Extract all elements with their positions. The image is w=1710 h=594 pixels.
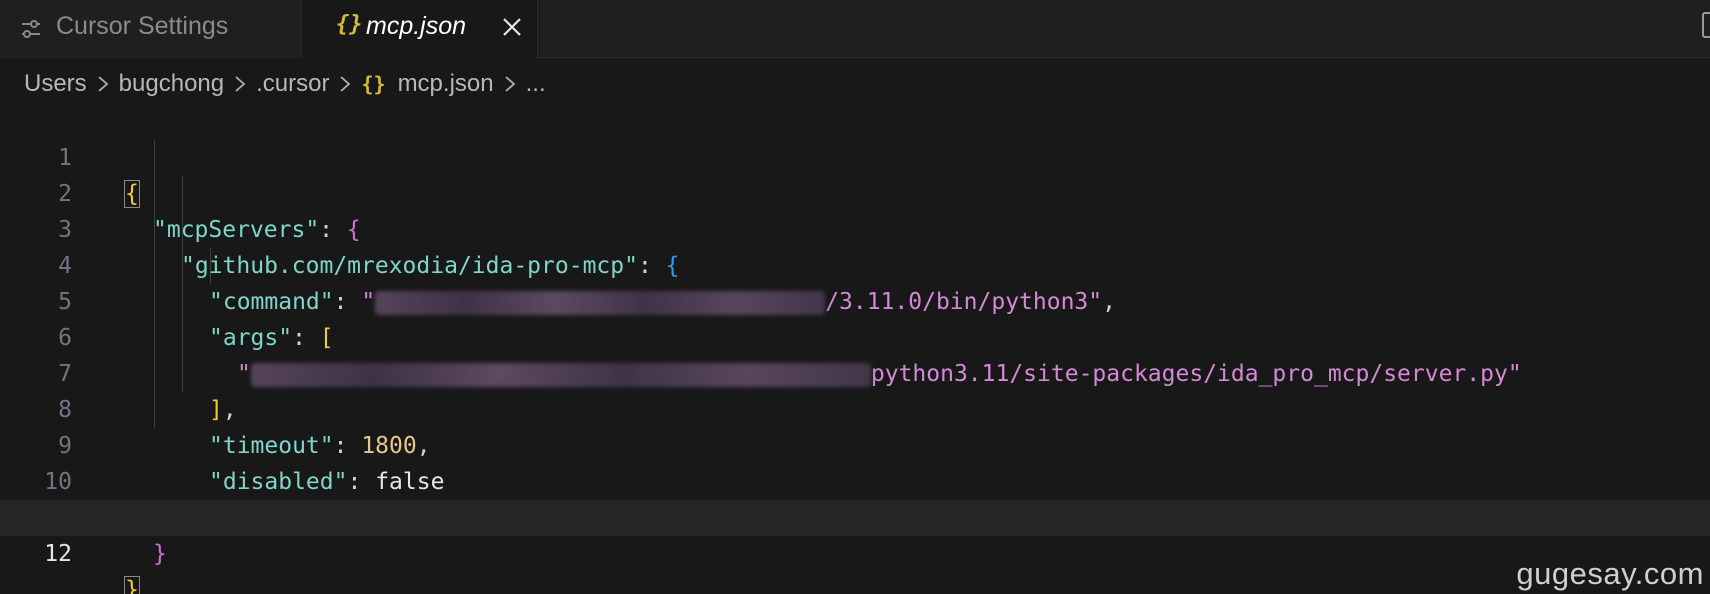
code-line-11: 11 } [0,464,1710,567]
tab-label: Cursor Settings [56,12,229,40]
code-line-7: 7 ], [0,320,1710,423]
tab-label: mcp.json [366,12,467,40]
code-line-6: 6 " python3.11/site-packages/ida_pro_mcp/… [0,284,1710,387]
json-close-brace: } [153,541,167,567]
code-line-1: 1 { [0,104,1710,208]
settings-sliders-icon [20,19,42,39]
code-editor[interactable]: 1 { 2 "mcpServers": { 3 "github.com/mrex… [0,104,1710,594]
tab-bar: Cursor Settings {} mcp.json [0,0,1710,59]
json-close-brace: } [124,576,140,594]
code-line-9: 9 "disabled": false [0,392,1710,495]
code-line-8: 8 "timeout": 1800, [0,356,1710,459]
chevron-right-icon [233,74,247,94]
chevron-right-icon [503,74,517,94]
watermark: gugesay.com [1516,556,1704,591]
code-line-2: 2 "mcpServers": { [0,140,1710,243]
breadcrumb-item-bugchong[interactable]: bugchong [119,70,224,98]
breadcrumb-item-cursor[interactable]: .cursor [256,70,329,98]
split-editor-icon[interactable] [1702,12,1710,38]
code-line-5: 5 "args": [ [0,248,1710,351]
code-line-10: 10 } [0,428,1710,531]
chevron-right-icon [96,74,110,94]
json-braces-icon: {} [361,72,386,96]
code-line-3: 3 "github.com/mrexodia/ida-pro-mcp": { [0,176,1710,279]
tab-cursor-settings[interactable]: Cursor Settings [0,0,302,58]
code-line-4: 4 "command": "/3.11.0/bin/python3", [0,212,1710,315]
json-braces-icon: {} [336,12,363,37]
breadcrumb-item-users[interactable]: Users [24,70,87,98]
breadcrumb-item-more[interactable]: ... [526,70,546,98]
code-line-12: 12 } [0,500,1710,594]
breadcrumb-item-mcp-json[interactable]: mcp.json [398,70,494,98]
tab-mcp-json[interactable]: {} mcp.json [302,0,538,59]
close-icon[interactable] [498,13,526,41]
breadcrumb: Users bugchong .cursor {} mcp.json ... [24,64,546,104]
line-number: 12 [44,541,72,567]
chevron-right-icon [338,74,352,94]
